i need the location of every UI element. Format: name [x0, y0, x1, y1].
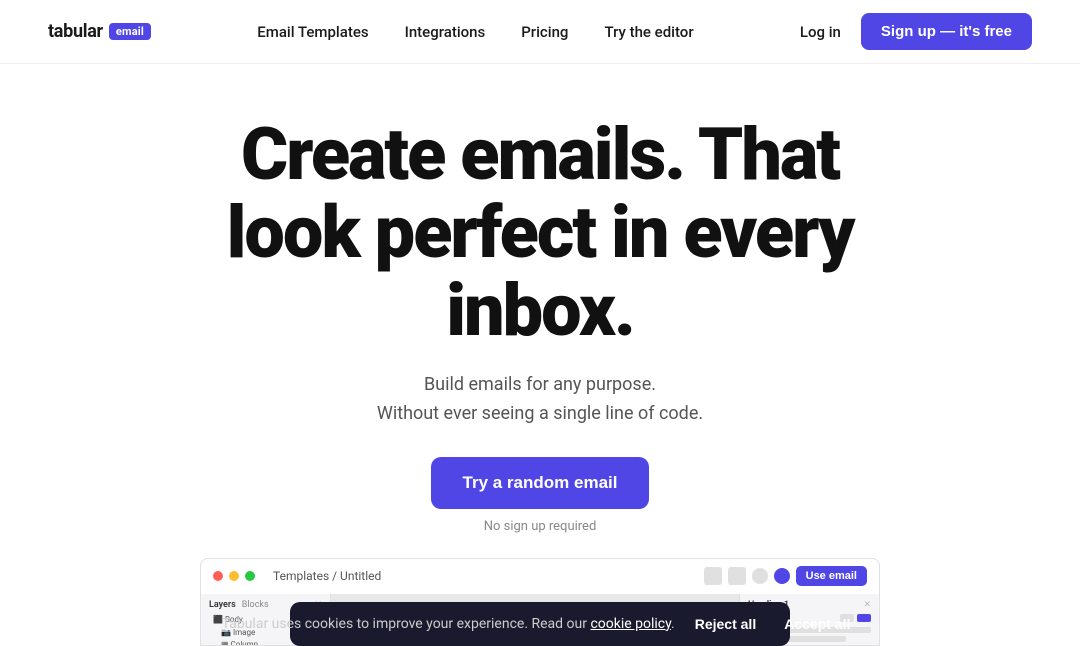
cookie-accept-button[interactable]: Accept all: [776, 616, 858, 632]
cookie-banner: Tabular uses cookies to improve your exp…: [290, 602, 790, 646]
hero-cta-button[interactable]: Try a random email: [431, 457, 650, 509]
use-email-button[interactable]: Use email: [796, 566, 867, 586]
nav-item-pricing[interactable]: Pricing: [521, 22, 568, 41]
nav-links: Email Templates Integrations Pricing Try…: [257, 22, 693, 41]
toolbar-icon-1: [704, 567, 722, 585]
nav-item-try-editor[interactable]: Try the editor: [604, 22, 693, 41]
hero-section: Create emails. That look perfect in ever…: [0, 64, 1080, 646]
logo[interactable]: tabular email: [48, 21, 151, 42]
logo-badge: email: [109, 23, 151, 40]
toolbar-icon-2: [728, 567, 746, 585]
window-close-dot: [213, 571, 223, 581]
hero-content: Create emails. That look perfect in ever…: [0, 64, 1080, 534]
navbar: tabular email Email Templates Integratio…: [0, 0, 1080, 64]
visibility-icon-2: [857, 614, 871, 622]
layers-tab: Layers: [209, 600, 236, 610]
blocks-tab: Blocks: [242, 600, 269, 610]
cookie-text: Tabular uses cookies to improve your exp…: [222, 616, 675, 632]
nav-item-email-templates[interactable]: Email Templates: [257, 22, 368, 41]
cookie-policy-link[interactable]: cookie policy: [590, 616, 671, 632]
signup-button[interactable]: Sign up — it's free: [861, 13, 1032, 50]
toolbar-icon-3: [752, 568, 768, 584]
window-minimize-dot: [229, 571, 239, 581]
logo-text: tabular: [48, 21, 103, 42]
hero-title: Create emails. That look perfect in ever…: [190, 116, 890, 349]
hero-note: No sign up required: [484, 519, 597, 534]
window-maximize-dot: [245, 571, 255, 581]
cookie-reject-button[interactable]: Reject all: [687, 616, 764, 632]
login-link[interactable]: Log in: [800, 23, 841, 41]
toolbar-icon-4: [774, 568, 790, 584]
hero-subtitle: Build emails for any purpose. Without ev…: [377, 371, 703, 429]
close-icon-right: ✕: [863, 600, 871, 610]
nav-right: Log in Sign up — it's free: [800, 13, 1032, 50]
nav-item-integrations[interactable]: Integrations: [405, 22, 486, 41]
breadcrumb: Templates / Untitled: [273, 569, 381, 583]
